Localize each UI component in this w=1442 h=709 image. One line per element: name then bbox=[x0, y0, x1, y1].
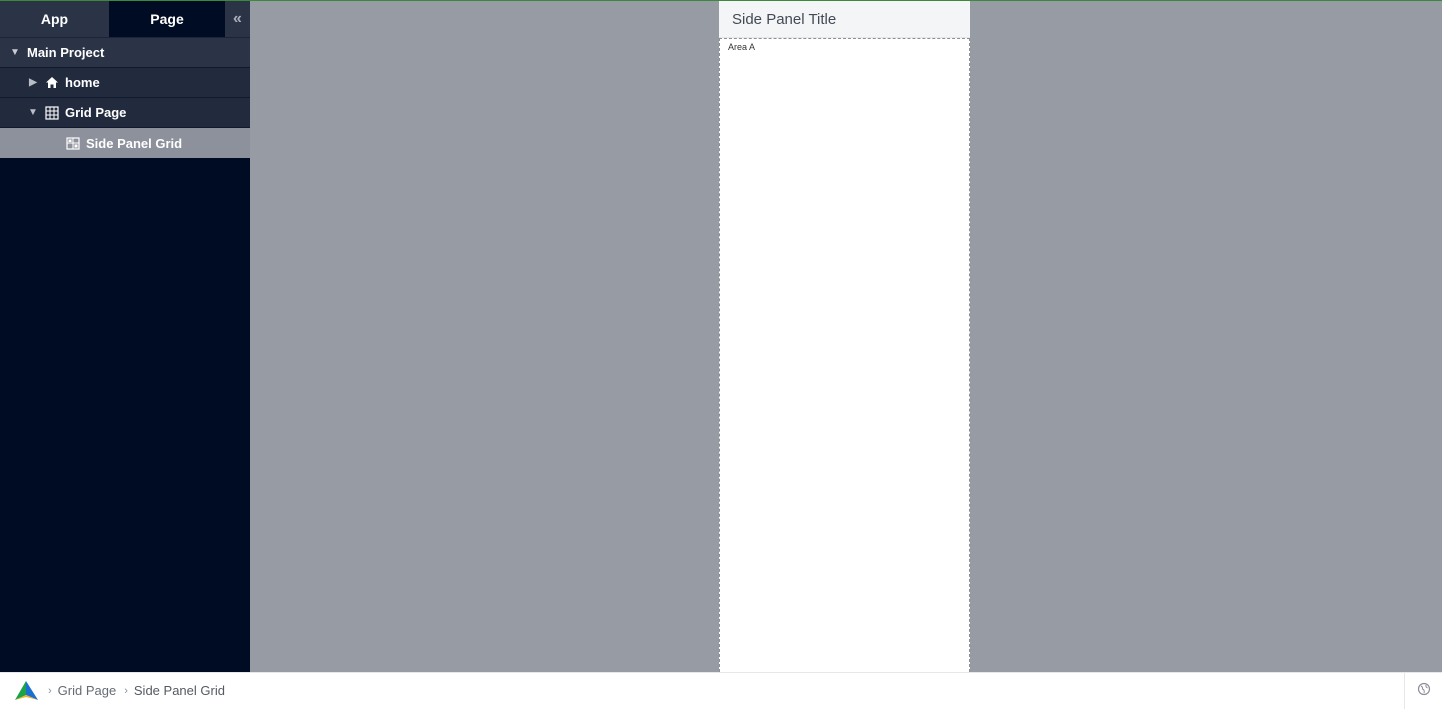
grid-area-a[interactable]: Area A bbox=[719, 38, 970, 672]
top-accent-line bbox=[0, 0, 1442, 1]
design-canvas: Side Panel Title Area A bbox=[250, 0, 1442, 672]
caret-down-icon[interactable]: ▼ bbox=[9, 47, 21, 58]
tab-app[interactable]: App bbox=[0, 0, 109, 37]
caret-right-icon[interactable]: ▶ bbox=[27, 77, 39, 88]
collapse-sidebar-button[interactable]: « bbox=[225, 0, 250, 37]
grid-table-icon bbox=[45, 105, 59, 120]
tree-item-label: Grid Page bbox=[65, 105, 127, 120]
tab-page[interactable]: Page bbox=[109, 0, 225, 37]
grid-component-icon bbox=[66, 136, 80, 150]
tree-item-main-project[interactable]: ▼ Main Project bbox=[0, 38, 250, 68]
globe-button[interactable] bbox=[1404, 673, 1442, 709]
tree-item-label: Side Panel Grid bbox=[86, 135, 183, 151]
breadcrumb-grid-page[interactable]: Grid Page bbox=[58, 683, 117, 698]
tree-item-label: Main Project bbox=[27, 45, 105, 60]
tree-item-home[interactable]: ▶ home bbox=[0, 68, 250, 98]
home-icon bbox=[45, 76, 59, 90]
chevron-right-icon: › bbox=[124, 684, 128, 697]
chevron-right-icon: › bbox=[48, 684, 52, 697]
footer-bar: › Grid Page › Side Panel Grid bbox=[0, 672, 1442, 709]
breadcrumb-side-panel-grid[interactable]: Side Panel Grid bbox=[134, 683, 225, 698]
tree-item-label: home bbox=[65, 75, 100, 90]
sidebar-tabs: App Page « bbox=[0, 0, 250, 38]
app-logo-icon bbox=[12, 680, 40, 702]
tree-item-grid-page[interactable]: ▼ Grid Page bbox=[0, 98, 250, 128]
side-panel-title[interactable]: Side Panel Title bbox=[719, 1, 970, 38]
side-panel[interactable]: Side Panel Title Area A bbox=[719, 1, 970, 672]
sidebar: App Page « ▼ Main Project ▶ home ▼ Grid … bbox=[0, 0, 250, 672]
globe-icon bbox=[1417, 682, 1431, 701]
area-label: Area A bbox=[728, 42, 756, 52]
tree-item-side-panel-grid[interactable]: Side Panel Grid bbox=[0, 128, 250, 158]
caret-down-icon[interactable]: ▼ bbox=[27, 107, 39, 118]
